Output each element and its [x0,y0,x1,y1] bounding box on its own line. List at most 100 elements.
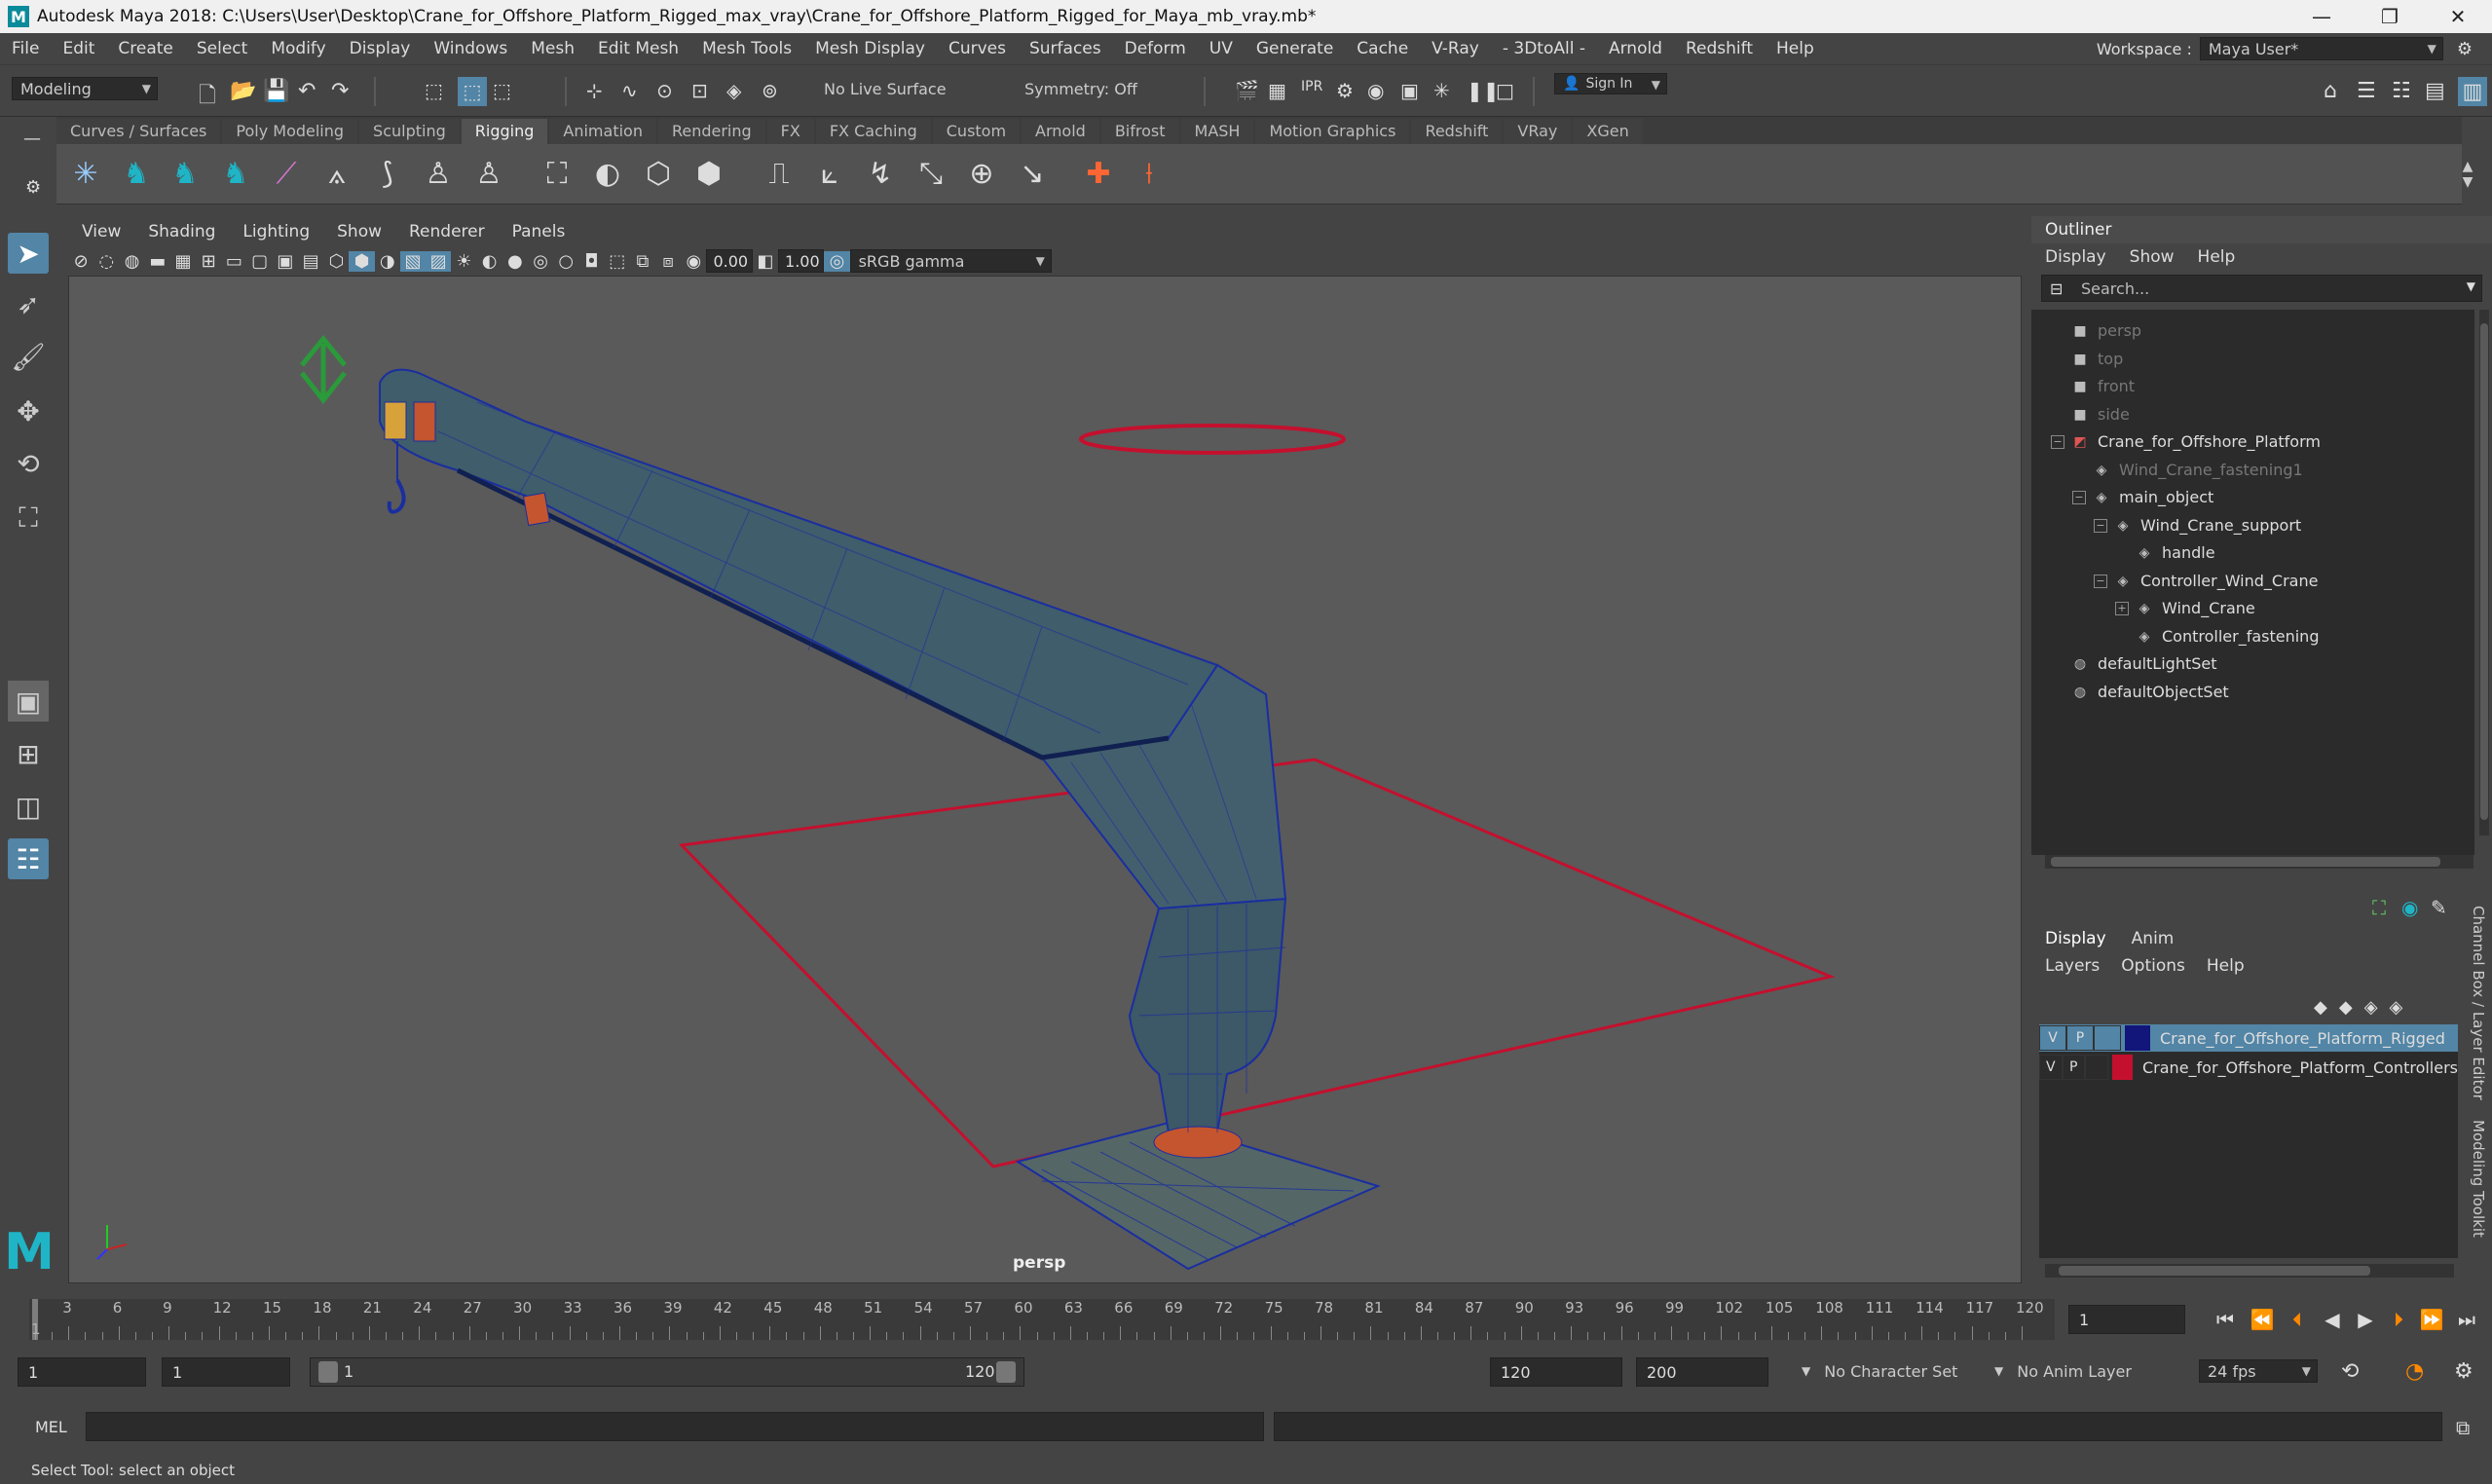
shelf-tab-xgen[interactable]: XGen [1573,119,1643,144]
shelf-tab-fx[interactable]: FX [766,119,814,144]
smooth-bind-icon[interactable]: ♙ [419,154,458,193]
select-tool-icon[interactable]: ➤ [8,233,49,274]
chevron-down-icon[interactable]: ▼ [2467,279,2475,293]
move-layer-down-icon[interactable]: ◆ [2339,997,2353,1018]
outliner-hscroll[interactable] [2045,855,2473,869]
rotate-tool-icon[interactable]: ⟲ [8,443,49,484]
use-lights-icon[interactable]: ☀ [451,251,476,272]
paint-select-icon[interactable]: 🖌 [8,336,49,377]
range-start-handle[interactable] [318,1361,338,1383]
channel-box-icon[interactable]: ▤ [2425,79,2445,103]
layer-row[interactable]: V P Crane_for_Offshore_Platform_Rigged [2039,1024,2458,1052]
shelf-tab-curves-surfaces[interactable]: Curves / Surfaces [56,119,221,144]
resolution-gate-icon[interactable]: ▭ [221,251,246,272]
end-time-field[interactable]: 200 [1636,1357,1768,1387]
render-sequence-icon[interactable]: ▦ [1268,79,1286,102]
move-layer-up-icon[interactable]: ◆ [2314,997,2327,1018]
menu-uv[interactable]: UV [1198,39,1245,58]
menu-help[interactable]: Help [1765,39,1826,58]
xray-components-icon[interactable]: ⧈ [655,251,681,272]
shelf-tab-rendering[interactable]: Rendering [657,119,765,144]
layer-visibility-toggle[interactable]: V [2039,1055,2063,1080]
layer-menu-layers[interactable]: Layers [2045,956,2100,976]
start-time-field[interactable]: 1 [18,1357,146,1387]
wireframe-on-shaded-icon[interactable]: ◑ [375,251,400,272]
skeleton-icon[interactable]: ♞ [117,154,156,193]
pole-vector-icon[interactable]: ↘ [1013,154,1052,193]
outliner-menu-display[interactable]: Display [2045,247,2106,267]
go-to-end-icon[interactable]: ⏭ [2452,1305,2481,1334]
menu-generate[interactable]: Generate [1245,39,1345,58]
script-editor-icon[interactable]: ⧉ [2456,1416,2470,1439]
auto-key-icon[interactable]: ◔ [2405,1359,2424,1384]
save-scene-icon[interactable]: 💾 [263,79,289,103]
camera-attributes-icon[interactable]: ◌ [93,251,119,272]
ik-fk-icon[interactable]: ⟊ [1130,154,1169,193]
xray-joints-icon[interactable]: ⬚ [605,251,630,272]
close-icon[interactable]: ✕ [2424,0,2492,33]
layer-options-icon[interactable]: ◉ [2401,896,2418,919]
redo-icon[interactable]: ↷ [331,79,349,103]
menu-set-dropdown[interactable]: Modeling ▼ [12,77,158,100]
panel-menu-show[interactable]: Show [323,222,395,241]
menu-mesh-display[interactable]: Mesh Display [803,39,937,58]
gate-mask-icon[interactable]: ▢ [247,251,273,272]
two-view-icon[interactable]: ◫ [8,786,49,827]
layer-color-swatch[interactable] [2111,1055,2133,1080]
interactive-bind-icon[interactable]: ♙ [469,154,508,193]
outliner-search-input[interactable]: ⊟ Search... ▼ [2041,275,2482,302]
shelf-tab-fx-caching[interactable]: FX Caching [815,119,931,144]
command-input[interactable] [86,1412,1264,1441]
menu-file[interactable]: File [0,39,51,58]
expand-toggle-icon[interactable]: − [2072,491,2086,504]
stop-icon[interactable]: □ [1496,79,1514,102]
layer-display-type[interactable] [2085,1055,2108,1080]
ipr-render-icon[interactable]: IPR [1301,79,1322,94]
render-settings-icon[interactable]: ⚙ [1336,79,1354,102]
xray-active-icon[interactable]: ⧉ [630,251,655,272]
outliner-item[interactable]: ■ side [2051,401,2129,428]
menu-surfaces[interactable]: Surfaces [1018,39,1113,58]
shelf-tab-arnold[interactable]: Arnold [1022,119,1099,144]
select-camera-icon[interactable]: ⊘ [68,251,93,272]
orient-constraint-icon[interactable]: ↯ [861,154,900,193]
bookmark-icon[interactable]: ◍ [119,251,144,272]
outliner-item[interactable]: − ◈ Controller_Wind_Crane [2094,568,2318,595]
shelf-tab-motion-graphics[interactable]: Motion Graphics [1255,119,1410,144]
new-layer-selected-icon[interactable]: ◈ [2390,997,2403,1018]
animation-prefs-icon[interactable]: ⚙ [2454,1359,2473,1384]
outliner-menu-show[interactable]: Show [2130,247,2175,267]
outliner-menu-help[interactable]: Help [2198,247,2236,267]
menu-curves[interactable]: Curves [937,39,1018,58]
layer-menu-help[interactable]: Help [2207,956,2245,976]
smooth-shade-icon[interactable]: ⬢ [349,250,375,272]
range-end-handle[interactable] [996,1361,1016,1383]
menu-mesh[interactable]: Mesh [519,39,586,58]
step-back-frame-icon[interactable]: ⏴ [2283,1305,2312,1334]
wireframe-icon[interactable]: ⬡ [323,251,349,272]
step-forward-key-icon[interactable]: ⏩ [2417,1305,2446,1334]
grid-toggle-icon[interactable]: ⊞ [196,251,221,272]
shelf-tab-sculpting[interactable]: Sculpting [359,119,460,144]
playback-start-field[interactable]: 1 [162,1357,290,1387]
shelf-tab-bifrost[interactable]: Bifrost [1100,119,1179,144]
menu-display[interactable]: Display [338,39,423,58]
snap-grid-icon[interactable]: ⊹ [586,79,603,102]
layer-visibility-toggle[interactable]: V [2039,1025,2066,1051]
lattice-icon[interactable]: ◐ [588,154,627,193]
outliner-item[interactable]: ■ top [2051,346,2123,373]
open-scene-icon[interactable]: 📂 [230,79,256,103]
ik-spline-icon[interactable]: ⟑ [317,154,356,193]
menu-create[interactable]: Create [106,39,185,58]
outliner-item[interactable]: ◈ Wind_Crane_fastening1 [2072,457,2303,484]
outliner-item[interactable]: ◈ Controller_fastening [2115,623,2320,650]
layer-display-type[interactable] [2094,1025,2121,1051]
snap-curve-icon[interactable]: ∿ [621,79,638,102]
shelf-tab-custom[interactable]: Custom [932,119,1021,144]
sign-in-button[interactable]: 👤 Sign In ▼ [1554,73,1667,94]
lasso-tool-icon[interactable]: ➶ [8,283,49,324]
color-space-dropdown[interactable]: sRGB gamma ▼ [849,249,1052,273]
scale-constraint-icon[interactable]: ⤡ [911,154,950,193]
expand-toggle-icon[interactable]: + [2115,602,2129,615]
menu-deform[interactable]: Deform [1113,39,1198,58]
